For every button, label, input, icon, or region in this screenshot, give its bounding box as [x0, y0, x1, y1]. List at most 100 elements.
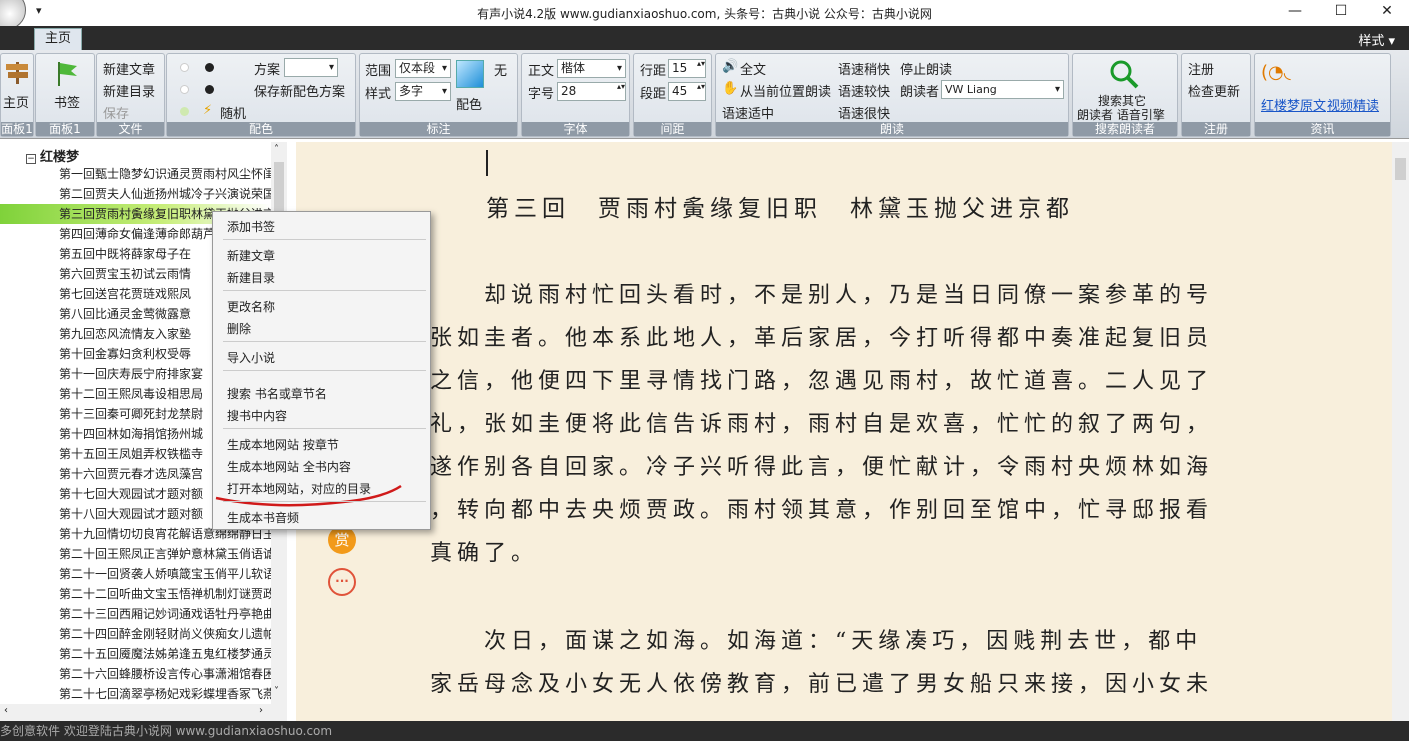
menu-new-directory[interactable]: 新建目录 [227, 269, 275, 286]
color-dot-black[interactable] [205, 63, 214, 72]
scroll-left-icon[interactable]: ‹ [4, 705, 8, 716]
scroll-right-icon[interactable]: › [259, 705, 263, 716]
new-article-button[interactable]: 新建文章 [103, 59, 155, 78]
text-line: ，转向都中去央烦贾政。雨村领其意，作别回至馆中，忙寻邸报看 [430, 498, 1214, 523]
para-spacing-spinner[interactable]: 45 [668, 82, 706, 101]
search-icon[interactable] [1109, 59, 1139, 89]
speed-faster-button[interactable]: 语速较快 [838, 81, 890, 100]
paragraph-1: 却说雨村忙回头看时，不是别人，乃是当日同僚一案参革的号 张如圭者。他本系此地人，革… [430, 274, 1213, 575]
menu-separator [223, 501, 426, 502]
maximize-button[interactable]: ☐ [1321, 2, 1361, 22]
status-bar: 多创意软件 欢迎登陆古典小说网 www.gudianxiaoshuo.com [0, 721, 1409, 741]
chapter-item[interactable]: 第二十六回蜂腰桥设言传心事潇湘馆春困发幽情 [59, 664, 271, 684]
chapter-item[interactable]: 第二十一回贤袭人娇嗔箴宝玉俏平儿软语救贾琏 [59, 564, 271, 584]
status-text: 多创意软件 欢迎登陆古典小说网 www.gudianxiaoshuo.com [0, 724, 333, 738]
color-dot-white-2[interactable] [180, 85, 189, 94]
menu-separator [223, 370, 426, 371]
read-all-button[interactable]: 全文 [740, 59, 766, 78]
group-label: 间距 [634, 122, 711, 136]
style-menu[interactable]: 样式 ▾ [1358, 30, 1395, 49]
reward-button[interactable]: 赏 [328, 526, 356, 554]
style-select[interactable]: 多字 [395, 82, 451, 101]
chapter-item[interactable]: 第二十回王熙凤正言弹妒意林黛玉俏语谑娇音 [59, 544, 271, 564]
group-label: 标注 [360, 122, 517, 136]
scroll-thumb[interactable] [1395, 158, 1406, 180]
close-button[interactable]: ✕ [1367, 2, 1407, 22]
search-reader-label-2[interactable]: 朗读者 语音引擎 [1077, 106, 1165, 123]
reading-pane[interactable]: 第三回 贾雨村夤缘复旧职 林黛玉抛父进京都 却说雨村忙回头看时，不是别人，乃是当… [296, 142, 1392, 721]
menu-search-title[interactable]: 搜索 书名或章节名 [227, 385, 327, 402]
collapse-icon[interactable]: − [26, 154, 36, 164]
group-label: 面板1 [36, 122, 94, 136]
range-select[interactable]: 仅本段 [395, 59, 451, 78]
ribbon: 主页 面板1 书签 面板1 新建文章 新建目录 保存 文件 方案 保存新配色方案… [0, 50, 1409, 139]
scroll-up-icon[interactable]: ˄ [274, 144, 279, 155]
menu-delete[interactable]: 删除 [227, 320, 251, 337]
save-button[interactable]: 保存 [103, 103, 129, 122]
random-button[interactable]: 随机 [220, 103, 246, 122]
ribbon-tab-bar: 主页 样式 ▾ [0, 26, 1409, 50]
menu-separator [223, 428, 426, 429]
window-title: 有声小说4.2版 www.gudianxiaoshuo.com, 头条号：古典小… [477, 7, 932, 21]
color-dot-black-2[interactable] [205, 85, 214, 94]
chapter-item[interactable]: 第二十三回西厢记妙词通戏语牡丹亭艳曲警芳心 [59, 604, 271, 624]
menu-search-content[interactable]: 搜书中内容 [227, 407, 287, 424]
text-line: 遂作别各自回家。冷子兴听得此言，便忙献计，令雨村央烦林如海 [430, 455, 1214, 480]
font-size-label: 字号 [528, 87, 555, 102]
range-label: 范围 [365, 64, 392, 79]
mark-none-button[interactable]: 无 [494, 60, 507, 79]
line-spacing-spinner[interactable]: 15 [668, 59, 706, 78]
color-dot-green[interactable] [180, 107, 189, 116]
red-underline-annotation [215, 484, 402, 507]
new-directory-button[interactable]: 新建目录 [103, 81, 155, 100]
font-size-spinner[interactable]: 28 [557, 82, 626, 101]
reader-select[interactable]: VW Liang [941, 80, 1064, 99]
register-button[interactable]: 注册 [1188, 59, 1214, 78]
check-update-button[interactable]: 检查更新 [1188, 81, 1240, 100]
group-label: 搜索朗读者 [1073, 122, 1177, 136]
group-color: 方案 保存新配色方案 ⚡ 随机 配色 [166, 53, 356, 137]
group-label: 朗读 [716, 122, 1068, 136]
more-options-button[interactable]: ··· [328, 568, 356, 596]
save-scheme-button[interactable]: 保存新配色方案 [254, 81, 345, 100]
tree-root[interactable]: − 红楼梦 [26, 146, 79, 165]
tab-home[interactable]: 主页 [34, 28, 82, 50]
group-spacing: 行距 15 段距 45 间距 [633, 53, 712, 137]
chapter-item[interactable]: 第一回甄士隐梦幻识通灵贾雨村风尘怀闺秀 [59, 164, 271, 184]
stop-reading-button[interactable]: 停止朗读 [900, 59, 952, 78]
line-spacing-label: 行距 [640, 64, 667, 79]
minimize-button[interactable]: — [1275, 2, 1315, 22]
speed-slightly-fast-button[interactable]: 语速稍快 [838, 59, 890, 78]
group-search-reader: 搜索其它 朗读者 语音引擎 搜索朗读者 [1072, 53, 1178, 137]
color-dot-white[interactable] [180, 63, 189, 72]
hongloumeng-text-link[interactable]: 红楼梦原文 [1261, 95, 1326, 114]
home-panel-button[interactable]: 主页 [3, 92, 29, 111]
video-reading-link[interactable]: 视频精读 [1327, 95, 1379, 114]
chapter-item[interactable]: 第二回贾夫人仙逝扬州城冷子兴演说荣国府 [59, 184, 271, 204]
menu-rename[interactable]: 更改名称 [227, 298, 275, 315]
menu-gen-site-chapter[interactable]: 生成本地网站 按章节 [227, 436, 339, 453]
read-from-position-button[interactable]: 从当前位置朗读 [740, 81, 831, 100]
text-line: 次日，面谋之如海。如海道：“天缘凑巧，因贱荆去世，都中 [430, 629, 1203, 654]
menu-new-article[interactable]: 新建文章 [227, 247, 275, 264]
group-mark: 范围 仅本段 样式 多字 无 配色 标注 [359, 53, 518, 137]
menu-gen-site-full[interactable]: 生成本地网站 全书内容 [227, 458, 351, 475]
chapter-item[interactable]: 第二十五回魇魔法姊弟逢五鬼红楼梦通灵遇双真 [59, 644, 271, 664]
highlight-color-swatch[interactable] [456, 60, 484, 88]
chapter-item[interactable]: 第二十二回听曲文宝玉悟禅机制灯谜贾政悲谶语 [59, 584, 271, 604]
chapter-item[interactable]: 第二十四回醉金刚轻财尚义侠痴女儿遗帕惹相思 [59, 624, 271, 644]
speed-normal-button[interactable]: 语速适中 [722, 103, 774, 122]
menu-add-bookmark[interactable]: 添加书签 [227, 218, 275, 235]
scroll-down-icon[interactable]: ˅ [274, 686, 279, 697]
menu-gen-audio[interactable]: 生成本书音频 [227, 509, 299, 526]
bookmark-panel-button[interactable]: 书签 [54, 92, 80, 111]
menu-import-novel[interactable]: 导入小说 [227, 349, 275, 366]
chapter-item[interactable]: 第二十七回滴翠亭杨妃戏彩蝶埋香冢飞燕泣残红 [59, 684, 271, 704]
body-font-select[interactable]: 楷体 [557, 59, 626, 78]
speed-very-fast-button[interactable]: 语速很快 [838, 103, 890, 122]
content-scrollbar[interactable] [1392, 142, 1409, 721]
scheme-select[interactable] [284, 58, 338, 77]
mark-color-button[interactable]: 配色 [456, 94, 482, 113]
tree-horizontal-scrollbar[interactable]: ‹ › [0, 704, 287, 721]
group-read: 🔊 全文 ✋ 从当前位置朗读 语速适中 语速稍快 语速较快 语速很快 停止朗读 … [715, 53, 1069, 137]
